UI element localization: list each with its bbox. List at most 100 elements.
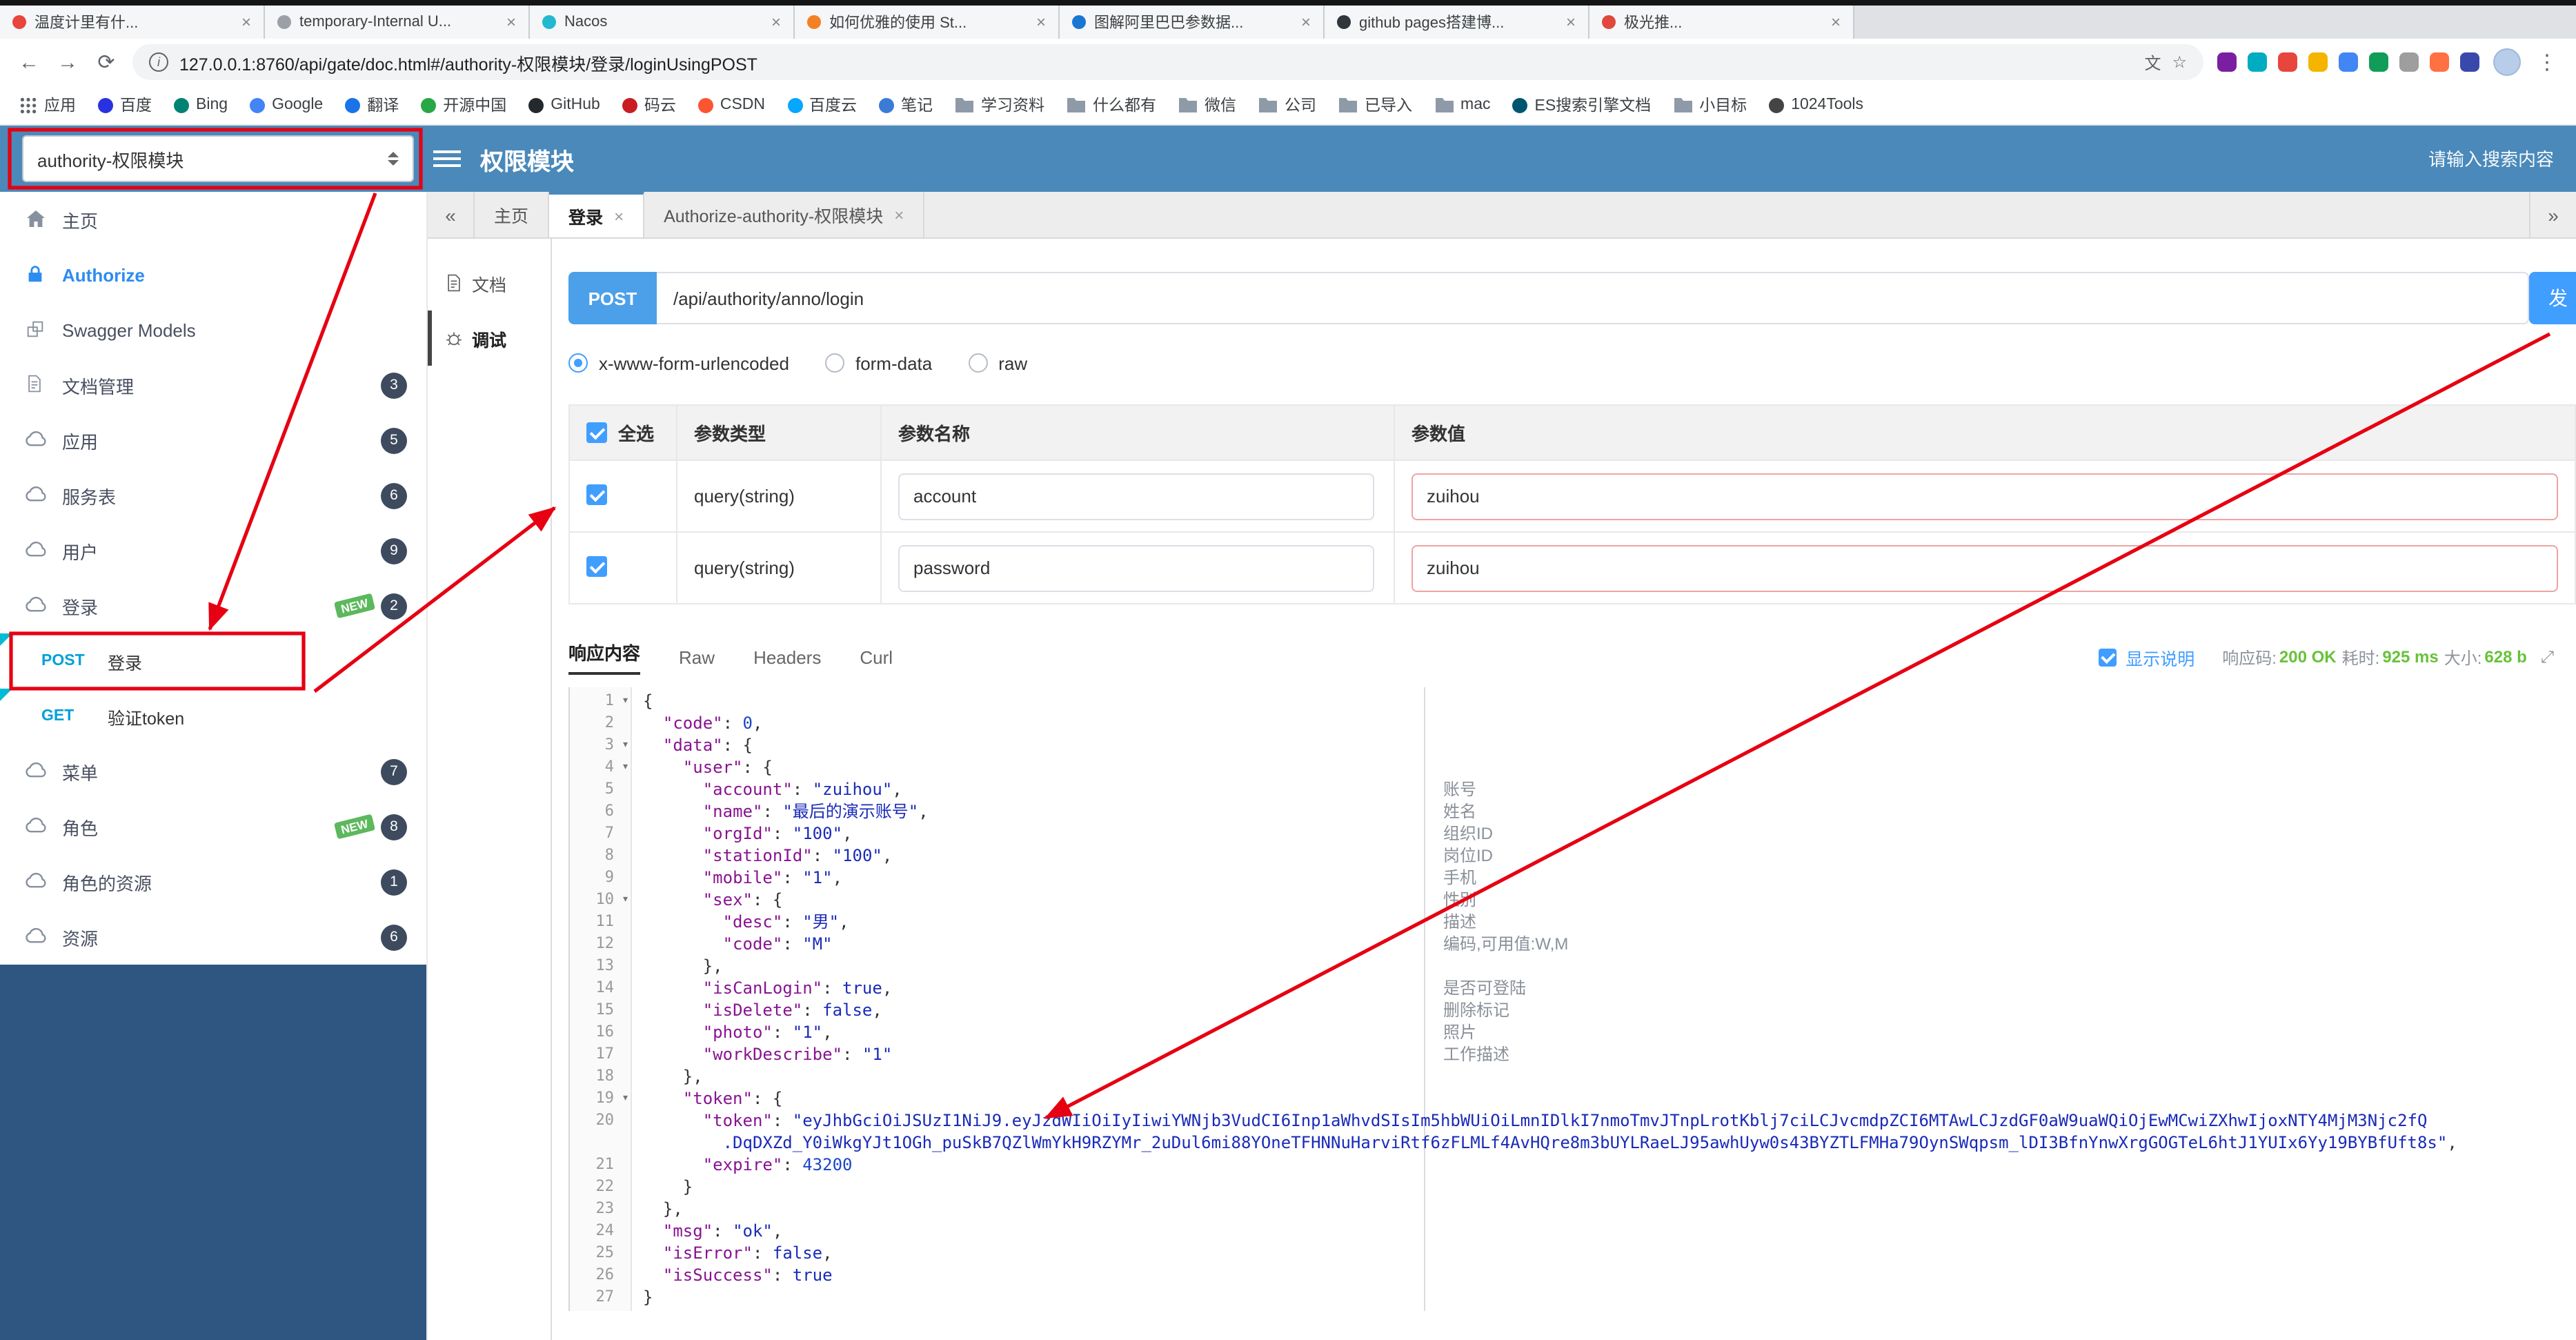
param-name-input[interactable]	[898, 544, 1374, 591]
tab-authorize-module[interactable]: Authorize-authority-权限模块 ×	[644, 192, 925, 237]
show-desc-checkbox[interactable]	[2098, 648, 2117, 666]
browser-menu-icon[interactable]: ⋮	[2535, 50, 2559, 75]
extension-icon[interactable]	[2339, 52, 2358, 72]
extension-icon[interactable]	[2248, 52, 2267, 72]
tabs-scroll-left-icon[interactable]: «	[428, 192, 475, 237]
bookmark-item[interactable]: 什么都有	[1067, 94, 1156, 116]
bookmark-item[interactable]: 笔记	[879, 94, 933, 116]
select-all-checkbox[interactable]	[586, 422, 607, 443]
bookmark-item[interactable]: 已导入	[1338, 94, 1412, 116]
tabs-scroll-right-icon[interactable]: »	[2529, 192, 2576, 237]
bookmark-item[interactable]: 码云	[622, 94, 676, 116]
bookmark-item[interactable]: CSDN	[697, 97, 765, 113]
nav-debug[interactable]: 调试	[428, 311, 551, 366]
response-tab[interactable]: Raw	[679, 647, 715, 675]
extension-icon[interactable]	[2430, 52, 2449, 72]
url-text[interactable]: 127.0.0.1:8760/api/gate/doc.html#/author…	[179, 49, 2133, 75]
bookmark-item[interactable]: 应用	[19, 94, 76, 116]
browser-tab[interactable]: github pages搭建博... ×	[1325, 6, 1589, 39]
profile-avatar[interactable]	[2493, 48, 2521, 76]
sidebar-item-verify-token-get[interactable]: GET 验证token	[0, 689, 426, 744]
reload-icon[interactable]: ⟳	[94, 50, 119, 75]
nav-doc[interactable]: 文档	[428, 255, 551, 311]
bookmark-item[interactable]: 百度	[98, 94, 152, 116]
tab-close-icon[interactable]: ×	[1566, 12, 1576, 32]
radio-icon[interactable]	[568, 353, 588, 373]
bookmark-item[interactable]: 微信	[1178, 94, 1236, 116]
bookmark-item[interactable]: 翻译	[345, 94, 399, 116]
extension-icon[interactable]	[2217, 52, 2237, 72]
response-tab[interactable]: Curl	[860, 647, 893, 675]
extension-icon[interactable]	[2369, 52, 2388, 72]
bookmark-item[interactable]: GitHub	[528, 97, 600, 113]
bookmark-item[interactable]: mac	[1434, 97, 1491, 113]
extension-icon[interactable]	[2308, 52, 2328, 72]
content-type-option[interactable]: raw	[968, 353, 1027, 373]
tab-close-icon[interactable]: ×	[1301, 12, 1311, 32]
tab-close-icon[interactable]: ×	[894, 205, 904, 224]
forward-icon[interactable]: →	[55, 50, 80, 74]
extension-icon[interactable]	[2399, 52, 2419, 72]
fold-icon[interactable]: ▾	[622, 1087, 629, 1110]
sidebar-item-swagger-models[interactable]: Swagger Models	[0, 302, 426, 357]
sidebar-item-app[interactable]: 应用 5	[0, 413, 426, 468]
tab-close-icon[interactable]: ×	[614, 206, 624, 226]
tab-close-icon[interactable]: ×	[1036, 12, 1046, 32]
bookmark-item[interactable]: Bing	[174, 97, 228, 113]
sidebar-item-login-post[interactable]: POST 登录	[0, 633, 426, 689]
param-checkbox[interactable]	[586, 484, 607, 504]
tab-close-icon[interactable]: ×	[506, 12, 516, 32]
sidebar-item-role[interactable]: 角色 NEW 8	[0, 799, 426, 854]
bookmark-item[interactable]: 开源中国	[421, 94, 506, 116]
fold-icon[interactable]: ▾	[622, 756, 629, 778]
bookmark-item[interactable]: 百度云	[787, 94, 857, 116]
browser-tab[interactable]: 极光推... ×	[1589, 6, 1854, 39]
header-search-input[interactable]	[2237, 148, 2554, 169]
radio-icon[interactable]	[824, 353, 844, 373]
browser-tab[interactable]: 如何优雅的使用 St... ×	[795, 6, 1060, 39]
response-tab[interactable]: 响应内容	[568, 639, 641, 675]
param-checkbox[interactable]	[586, 555, 607, 576]
fold-icon[interactable]: ▾	[622, 734, 629, 756]
page-info-icon[interactable]: i	[149, 52, 168, 72]
bookmark-item[interactable]: 小目标	[1673, 94, 1747, 116]
bookmark-item[interactable]: 1024Tools	[1769, 97, 1863, 113]
sidebar-item-resource[interactable]: 资源 6	[0, 909, 426, 965]
param-value-input[interactable]	[1411, 544, 2558, 591]
tab-close-icon[interactable]: ×	[1831, 12, 1841, 32]
tab-close-icon[interactable]: ×	[241, 12, 251, 32]
param-name-input[interactable]	[898, 473, 1374, 520]
content-type-option[interactable]: form-data	[824, 353, 932, 373]
sidebar-item-role-resource[interactable]: 角色的资源 1	[0, 854, 426, 909]
request-url-input[interactable]: /api/authority/anno/login	[657, 272, 2529, 324]
tab-close-icon[interactable]: ×	[771, 12, 781, 32]
bookmark-star-icon[interactable]: ☆	[2172, 52, 2187, 72]
translate-icon[interactable]: 文	[2144, 50, 2161, 74]
sidebar-item-user[interactable]: 用户 9	[0, 523, 426, 578]
radio-icon[interactable]	[968, 353, 988, 373]
extension-icon[interactable]	[2278, 52, 2297, 72]
sidebar-item-menu[interactable]: 菜单 7	[0, 744, 426, 799]
fold-icon[interactable]: ▾	[622, 690, 629, 712]
browser-tab[interactable]: 图解阿里巴巴参数据... ×	[1060, 6, 1325, 39]
browser-tab[interactable]: 温度计里有什... ×	[0, 6, 265, 39]
bookmark-item[interactable]: 公司	[1258, 94, 1316, 116]
fullscreen-icon[interactable]: ⤢	[2541, 647, 2554, 667]
select-all[interactable]: 全选	[586, 420, 660, 446]
sidebar-item-home[interactable]: 主页	[0, 192, 426, 247]
sidebar-item-doc-manage[interactable]: 文档管理 3	[0, 357, 426, 413]
send-button[interactable]: 发	[2529, 272, 2576, 324]
sidebar-item-login[interactable]: 登录 NEW 2	[0, 578, 426, 633]
fold-icon[interactable]: ▾	[622, 889, 629, 911]
content-type-option[interactable]: x-www-form-urlencoded	[568, 353, 789, 373]
bookmark-item[interactable]: Google	[250, 97, 323, 113]
sidebar-item-service[interactable]: 服务表 6	[0, 468, 426, 523]
param-value-input[interactable]	[1411, 473, 2558, 520]
menu-toggle-icon[interactable]	[433, 150, 461, 167]
extension-icon[interactable]	[2460, 52, 2479, 72]
url-bar[interactable]: i 127.0.0.1:8760/api/gate/doc.html#/auth…	[132, 44, 2203, 80]
sidebar-item-authorize[interactable]: Authorize	[0, 247, 426, 302]
module-select[interactable]: authority-权限模块	[22, 135, 414, 182]
bookmark-item[interactable]: 学习资料	[955, 94, 1044, 116]
browser-tab[interactable]: temporary-Internal U... ×	[265, 6, 530, 39]
